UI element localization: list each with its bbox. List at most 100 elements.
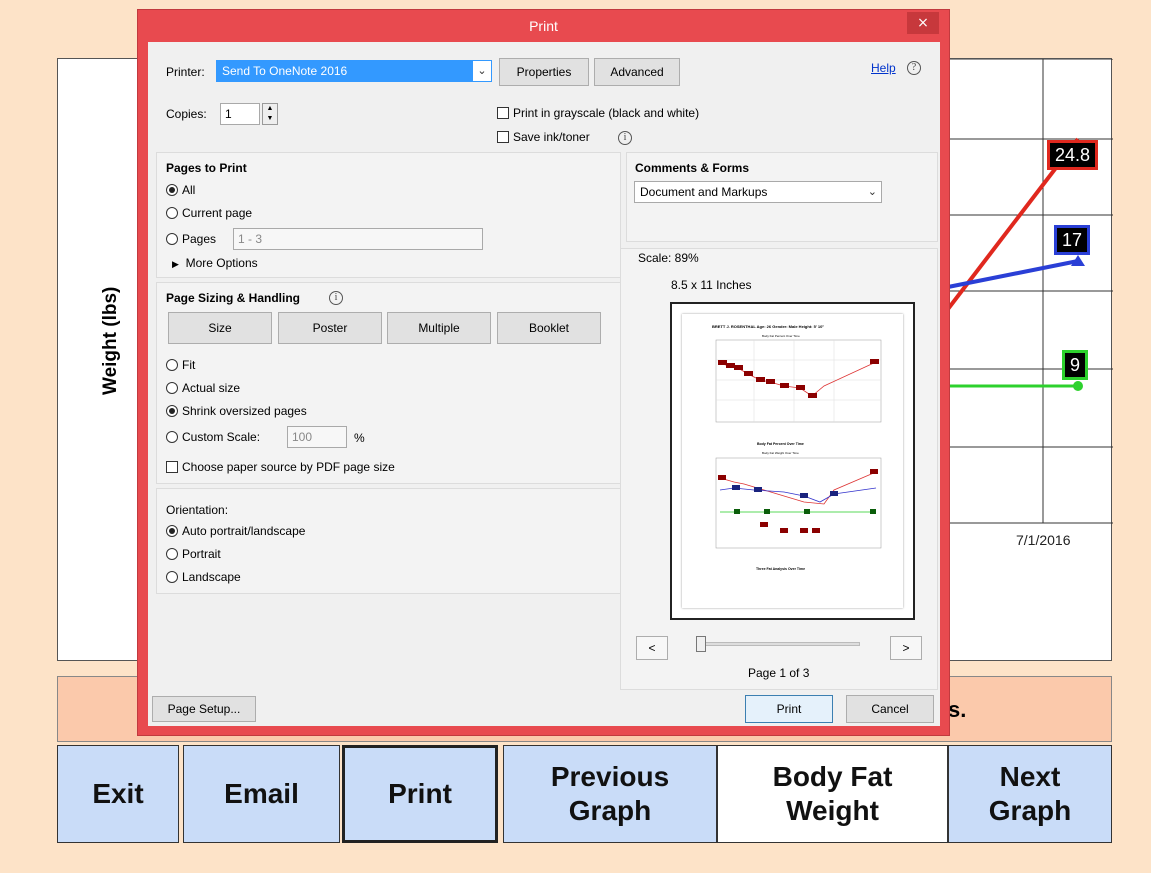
dialog-print-button[interactable]: Print <box>745 695 833 723</box>
printer-value: Send To OneNote 2016 <box>222 64 348 78</box>
triangle-right-icon: ▶ <box>172 259 179 269</box>
radio-dot[interactable] <box>166 548 178 560</box>
preview-marker <box>726 363 735 368</box>
preview-header: BRETT J. ROSENTHAL Age: 26 Gender: Male … <box>712 324 825 329</box>
radio-landscape[interactable]: Landscape <box>166 570 241 584</box>
radio-fit-label: Fit <box>182 358 196 372</box>
preview-chart2-caption: Three Fat Analysis Over Time <box>756 567 806 571</box>
radio-dot[interactable] <box>166 525 178 537</box>
message-text: s. <box>948 697 967 722</box>
exit-button[interactable]: Exit <box>57 745 179 843</box>
size-button[interactable]: Size <box>168 312 272 344</box>
grayscale-box[interactable] <box>497 107 509 119</box>
radio-auto-portrait-label: Auto portrait/landscape <box>182 524 306 538</box>
copies-stepper[interactable]: ▲ ▼ <box>262 103 278 125</box>
save-ink-checkbox[interactable]: Save ink/toner <box>497 130 590 144</box>
copies-input[interactable]: 1 <box>220 103 260 125</box>
radio-shrink-oversized[interactable]: Shrink oversized pages <box>166 404 307 418</box>
save-ink-label: Save ink/toner <box>513 130 590 144</box>
help-link[interactable]: Help <box>871 61 896 75</box>
radio-dot[interactable] <box>166 207 178 219</box>
radio-dot[interactable] <box>166 382 178 394</box>
preview-marker <box>760 522 768 527</box>
pages-range-input[interactable]: 1 - 3 <box>233 228 483 250</box>
radio-auto-portrait[interactable]: Auto portrait/landscape <box>166 524 305 538</box>
radio-all-label: All <box>182 183 196 197</box>
preview-marker <box>718 360 727 365</box>
preview-marker <box>718 475 726 480</box>
paper-source-checkbox[interactable]: Choose paper source by PDF page size <box>166 460 395 474</box>
preview-marker <box>800 493 808 498</box>
properties-button[interactable]: Properties <box>499 58 589 86</box>
grayscale-checkbox[interactable]: Print in grayscale (black and white) <box>497 106 699 120</box>
body-fat-weight-button[interactable]: Body Fat Weight <box>717 745 948 843</box>
comments-forms-title: Comments & Forms <box>635 161 750 175</box>
print-button[interactable]: Print <box>342 745 498 843</box>
preview-chart1 <box>715 339 882 423</box>
radio-dot[interactable] <box>166 405 178 417</box>
info-icon[interactable]: i <box>329 291 343 305</box>
printer-select[interactable]: Send To OneNote 2016 ⌄ <box>216 60 492 82</box>
page-setup-button[interactable]: Page Setup... <box>152 696 256 722</box>
radio-dot[interactable] <box>166 571 178 583</box>
blue-value-tag: 17 <box>1054 225 1091 255</box>
next-page-button[interactable]: > <box>890 636 922 660</box>
preview-marker <box>870 469 878 474</box>
page-sizing-title: Page Sizing & Handling <box>166 291 301 305</box>
more-options-toggle[interactable]: ▶ More Options <box>172 256 258 270</box>
preview-marker <box>734 509 740 514</box>
radio-custom-scale-label: Custom Scale: <box>182 430 261 444</box>
radio-pages[interactable]: Pages <box>166 232 216 246</box>
radio-dot[interactable] <box>166 233 178 245</box>
copies-label: Copies: <box>166 107 207 121</box>
preview-chart2-title: Body Fat Weight Over Time <box>762 451 799 455</box>
cancel-button[interactable]: Cancel <box>846 695 934 723</box>
booklet-button[interactable]: Booklet <box>497 312 601 344</box>
preview-marker <box>808 393 817 398</box>
page-slider-track[interactable] <box>700 642 860 646</box>
preview-marker <box>732 485 740 490</box>
help-icon[interactable]: ? <box>907 61 921 75</box>
info-icon[interactable]: i <box>618 131 632 145</box>
close-button[interactable]: × <box>907 12 939 34</box>
radio-all[interactable]: All <box>166 183 195 197</box>
radio-portrait[interactable]: Portrait <box>166 547 221 561</box>
previous-graph-button[interactable]: Previous Graph <box>503 745 717 843</box>
radio-actual-size[interactable]: Actual size <box>166 381 240 395</box>
page-slider-thumb[interactable] <box>696 636 706 652</box>
paper-source-box[interactable] <box>166 461 178 473</box>
poster-button[interactable]: Poster <box>278 312 382 344</box>
preview-marker <box>812 528 820 533</box>
preview-marker <box>780 383 789 388</box>
comments-forms-select[interactable]: Document and Markups ⌄ <box>634 181 882 203</box>
preview-chart1-line <box>721 361 877 397</box>
preview-marker <box>754 487 762 492</box>
previous-page-button[interactable]: < <box>636 636 668 660</box>
orientation-title: Orientation: <box>166 503 229 517</box>
next-graph-button[interactable]: Next Graph <box>948 745 1112 843</box>
radio-fit[interactable]: Fit <box>166 358 195 372</box>
preview-marker <box>764 509 770 514</box>
preview-chart2-frame <box>715 457 882 549</box>
pages-to-print-title: Pages to Print <box>166 161 247 175</box>
advanced-button[interactable]: Advanced <box>594 58 680 86</box>
green-value-tag: 9 <box>1062 350 1089 380</box>
date-tick-label: 7/1/2016 <box>1016 532 1071 548</box>
preview-marker <box>870 509 876 514</box>
more-options-label: More Options <box>185 256 258 270</box>
preview-marker <box>766 379 775 384</box>
preview-marker <box>780 528 788 533</box>
radio-custom-scale[interactable]: Custom Scale: <box>166 430 260 444</box>
preview-marker <box>796 385 805 390</box>
green-point <box>1073 381 1083 391</box>
radio-dot[interactable] <box>166 184 178 196</box>
radio-dot[interactable] <box>166 359 178 371</box>
email-button[interactable]: Email <box>183 745 340 843</box>
radio-dot[interactable] <box>166 431 178 443</box>
save-ink-box[interactable] <box>497 131 509 143</box>
preview-marker <box>830 491 838 496</box>
radio-current-page[interactable]: Current page <box>166 206 252 220</box>
preview-marker <box>870 359 879 364</box>
custom-scale-input[interactable]: 100 <box>287 426 347 448</box>
multiple-button[interactable]: Multiple <box>387 312 491 344</box>
